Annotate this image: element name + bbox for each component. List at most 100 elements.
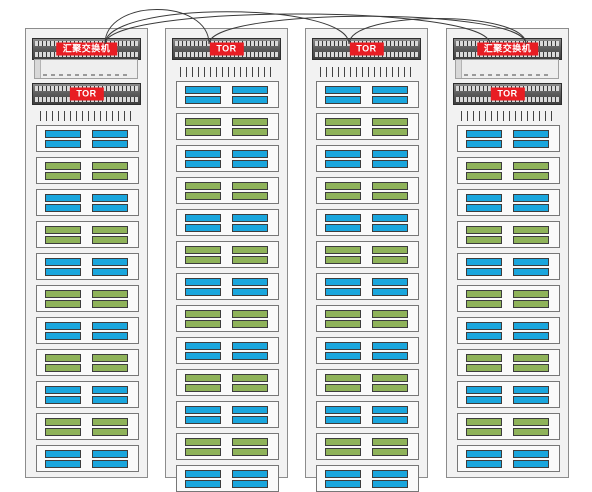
disk-drive (232, 182, 268, 190)
disk-drive (513, 354, 549, 362)
disk-drive (372, 160, 408, 168)
link-rack-1-aggregation-rack-4-aggregation (104, 13, 491, 45)
disk-drive (232, 342, 268, 350)
disk-drive (372, 406, 408, 414)
disk-drive (232, 214, 268, 222)
disk-drive (92, 332, 128, 340)
disk-drive (232, 86, 268, 94)
disk-drive (185, 384, 221, 392)
server-blue (457, 125, 560, 152)
rack-1-port-pins (40, 111, 134, 121)
server-blue (176, 273, 279, 300)
disk-drive (466, 460, 502, 468)
disk-drive (325, 224, 361, 232)
disk-drive (92, 258, 128, 266)
disk-drive (372, 278, 408, 286)
disk-drive (232, 310, 268, 318)
disk-drive (325, 448, 361, 456)
disk-drive (185, 448, 221, 456)
disk-drive (466, 300, 502, 308)
disk-drive (372, 416, 408, 424)
server-green (176, 113, 279, 140)
disk-drive (372, 384, 408, 392)
disk-drive (372, 342, 408, 350)
disk-drive (372, 224, 408, 232)
disk-drive (45, 418, 81, 426)
disk-drive (372, 438, 408, 446)
disk-drive (372, 246, 408, 254)
disk-drive (232, 416, 268, 424)
server-blue (457, 381, 560, 408)
disk-drive (232, 160, 268, 168)
disk-drive (325, 438, 361, 446)
disk-drive (45, 130, 81, 138)
disk-drive (45, 396, 81, 404)
rack-2-port-pins (180, 67, 274, 77)
disk-drive (232, 128, 268, 136)
server-blue (316, 465, 419, 492)
disk-drive (232, 192, 268, 200)
disk-drive (325, 86, 361, 94)
disk-drive (372, 352, 408, 360)
disk-drive (372, 118, 408, 126)
disk-drive (45, 236, 81, 244)
disk-drive (45, 364, 81, 372)
disk-drive (372, 150, 408, 158)
disk-drive (92, 300, 128, 308)
disk-drive (92, 364, 128, 372)
disk-drive (45, 460, 81, 468)
server-blue (176, 145, 279, 172)
server-green (316, 369, 419, 396)
server-blue (457, 317, 560, 344)
disk-drive (513, 258, 549, 266)
disk-drive (92, 386, 128, 394)
disk-drive (466, 258, 502, 266)
disk-drive (372, 214, 408, 222)
disk-drive (185, 320, 221, 328)
disk-drive (513, 386, 549, 394)
disk-drive (45, 162, 81, 170)
disk-drive (92, 428, 128, 436)
server-green (457, 285, 560, 312)
disk-drive (185, 246, 221, 254)
server-blue (36, 445, 139, 472)
server-blue (36, 317, 139, 344)
server-blue (36, 381, 139, 408)
disk-drive (92, 268, 128, 276)
disk-drive (185, 480, 221, 488)
disk-drive (232, 320, 268, 328)
disk-drive (325, 96, 361, 104)
disk-drive (372, 310, 408, 318)
disk-drive (45, 172, 81, 180)
server-blue (316, 145, 419, 172)
disk-drive (325, 214, 361, 222)
disk-drive (92, 450, 128, 458)
disk-drive (325, 246, 361, 254)
disk-drive (232, 96, 268, 104)
disk-drive (45, 322, 81, 330)
disk-drive (325, 416, 361, 424)
disk-drive (232, 470, 268, 478)
server-blue (36, 189, 139, 216)
disk-drive (232, 384, 268, 392)
disk-drive (513, 130, 549, 138)
server-blue (176, 401, 279, 428)
disk-drive (185, 288, 221, 296)
rack-1-aggregation-switch: 汇聚交换机 (32, 38, 141, 60)
server-blue (176, 209, 279, 236)
server-blue (316, 81, 419, 108)
disk-drive (232, 288, 268, 296)
rack-3-port-pins (320, 67, 414, 77)
disk-drive (232, 480, 268, 488)
disk-drive (466, 332, 502, 340)
disk-drive (372, 256, 408, 264)
disk-drive (185, 470, 221, 478)
disk-drive (466, 236, 502, 244)
disk-drive (513, 428, 549, 436)
rack-4-cable-panel (455, 59, 559, 79)
disk-drive (45, 300, 81, 308)
disk-drive (466, 354, 502, 362)
server-blue (36, 253, 139, 280)
server-green (176, 305, 279, 332)
disk-drive (325, 374, 361, 382)
